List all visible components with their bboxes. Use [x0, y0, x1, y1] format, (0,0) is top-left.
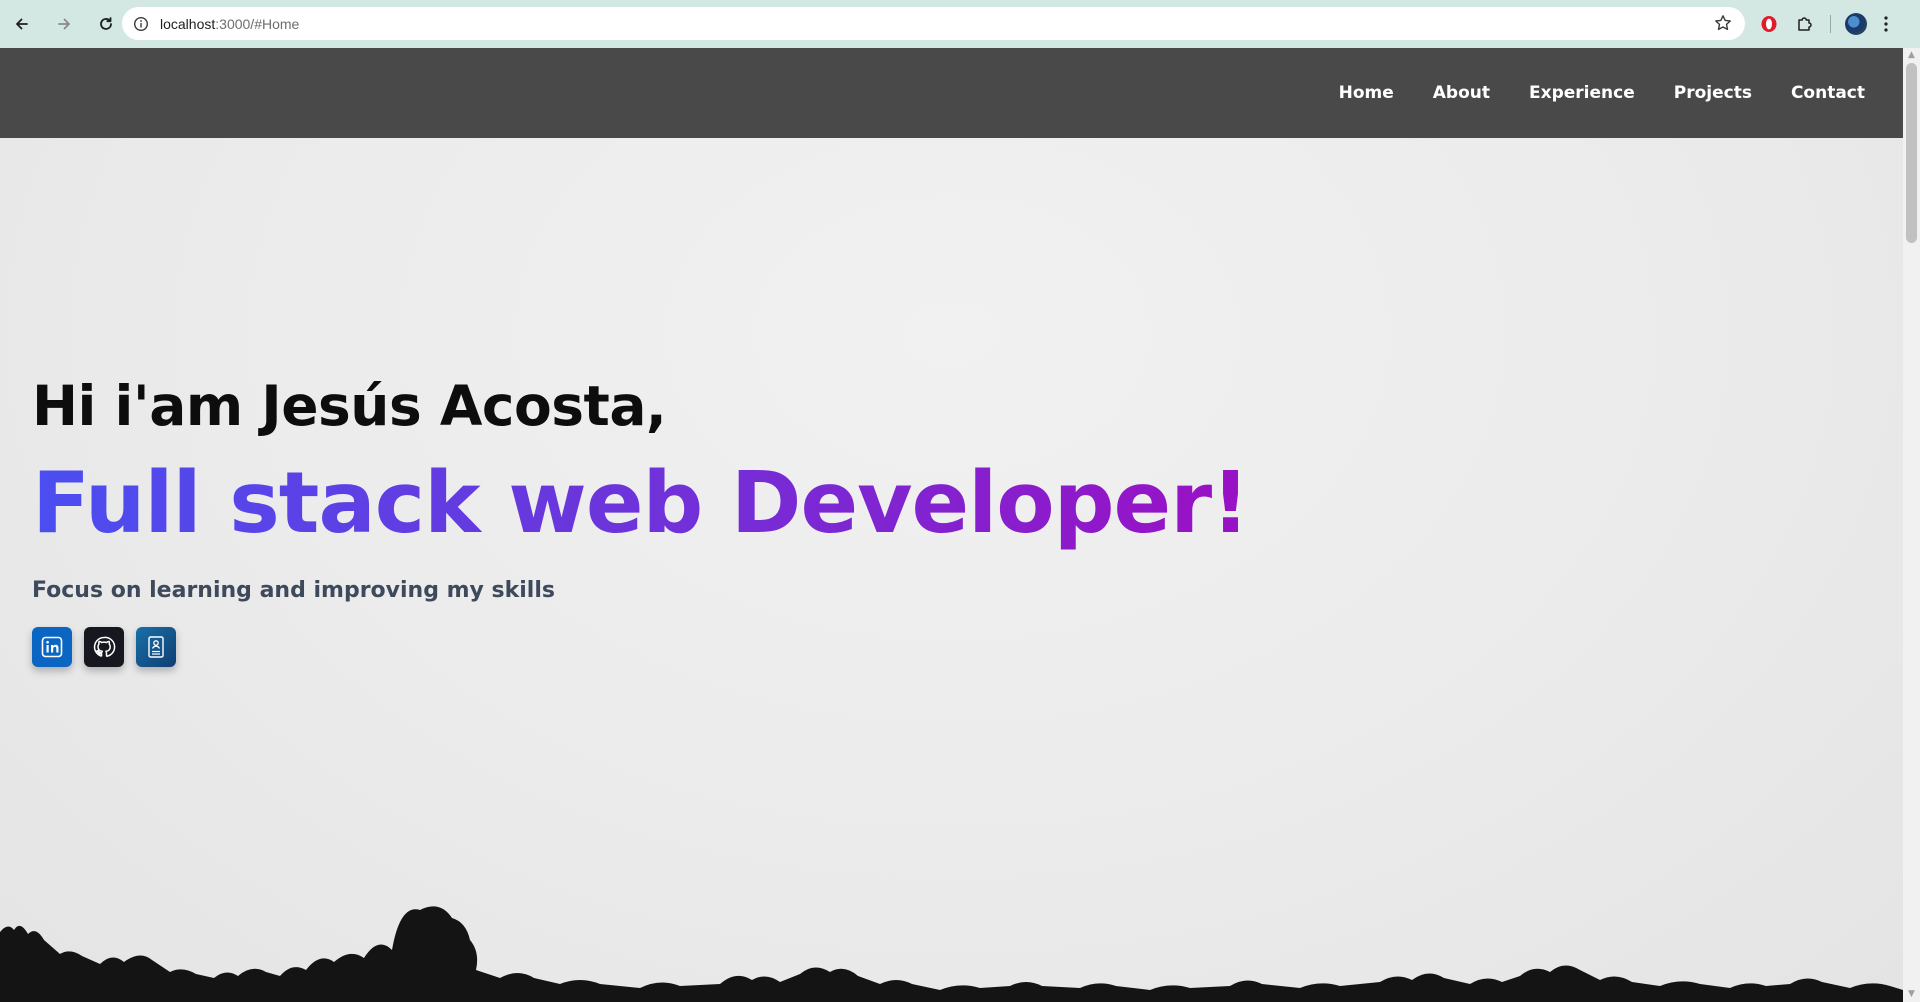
hero-greeting: Hi i'am Jesús Acosta,: [32, 374, 667, 438]
page-viewport: Home About Experience Projects Contact H…: [0, 48, 1903, 1002]
github-button[interactable]: [84, 627, 124, 667]
scroll-up-arrow-icon[interactable]: ▲: [1907, 51, 1916, 60]
page-scrollbar[interactable]: ▲ ▼: [1903, 48, 1920, 1002]
arrow-left-icon: [16, 18, 28, 30]
resume-button[interactable]: [136, 627, 176, 667]
linkedin-button[interactable]: [32, 627, 72, 667]
url-host: localhost: [160, 15, 216, 32]
address-bar[interactable]: localhost:3000/#Home: [122, 7, 1745, 40]
scroll-down-arrow-icon[interactable]: ▼: [1907, 990, 1916, 999]
resume-icon: [148, 636, 164, 658]
reload-button[interactable]: [92, 10, 120, 38]
toolbar-divider: [1830, 15, 1831, 33]
site-navbar: Home About Experience Projects Contact: [0, 48, 1903, 138]
hero-tagline: Focus on learning and improving my skill…: [32, 578, 555, 603]
opera-icon[interactable]: [1758, 13, 1780, 35]
avatar[interactable]: [1845, 13, 1867, 35]
kebab-menu-icon[interactable]: [1877, 13, 1895, 35]
github-icon: [93, 636, 116, 657]
nav-link-experience[interactable]: Experience: [1529, 83, 1635, 103]
url-text: localhost:3000/#Home: [160, 16, 299, 32]
info-icon[interactable]: [132, 15, 150, 33]
star-icon[interactable]: [1713, 13, 1733, 33]
hero-role: Full stack web Developer!: [32, 454, 1250, 553]
forest-silhouette: [0, 906, 1903, 1002]
nav-link-about[interactable]: About: [1433, 83, 1490, 103]
browser-toolbar: localhost:3000/#Home: [0, 0, 1920, 48]
forward-button[interactable]: [50, 10, 78, 38]
nav-link-home[interactable]: Home: [1339, 83, 1394, 103]
linkedin-icon: [41, 636, 63, 658]
reload-icon: [100, 17, 112, 30]
back-button[interactable]: [8, 10, 36, 38]
nav-link-projects[interactable]: Projects: [1674, 83, 1752, 103]
puzzle-icon[interactable]: [1794, 13, 1816, 35]
extensions-area: [1758, 11, 1895, 37]
hero-section: Hi i'am Jesús Acosta, Full stack web Dev…: [32, 374, 1250, 667]
url-path: :3000/#Home: [215, 15, 300, 32]
nav-link-contact[interactable]: Contact: [1791, 83, 1865, 103]
arrow-right-icon: [58, 18, 70, 30]
nav-list: Home About Experience Projects Contact: [1339, 48, 1865, 138]
social-links: [32, 627, 1249, 667]
scrollbar-thumb[interactable]: [1906, 63, 1917, 243]
